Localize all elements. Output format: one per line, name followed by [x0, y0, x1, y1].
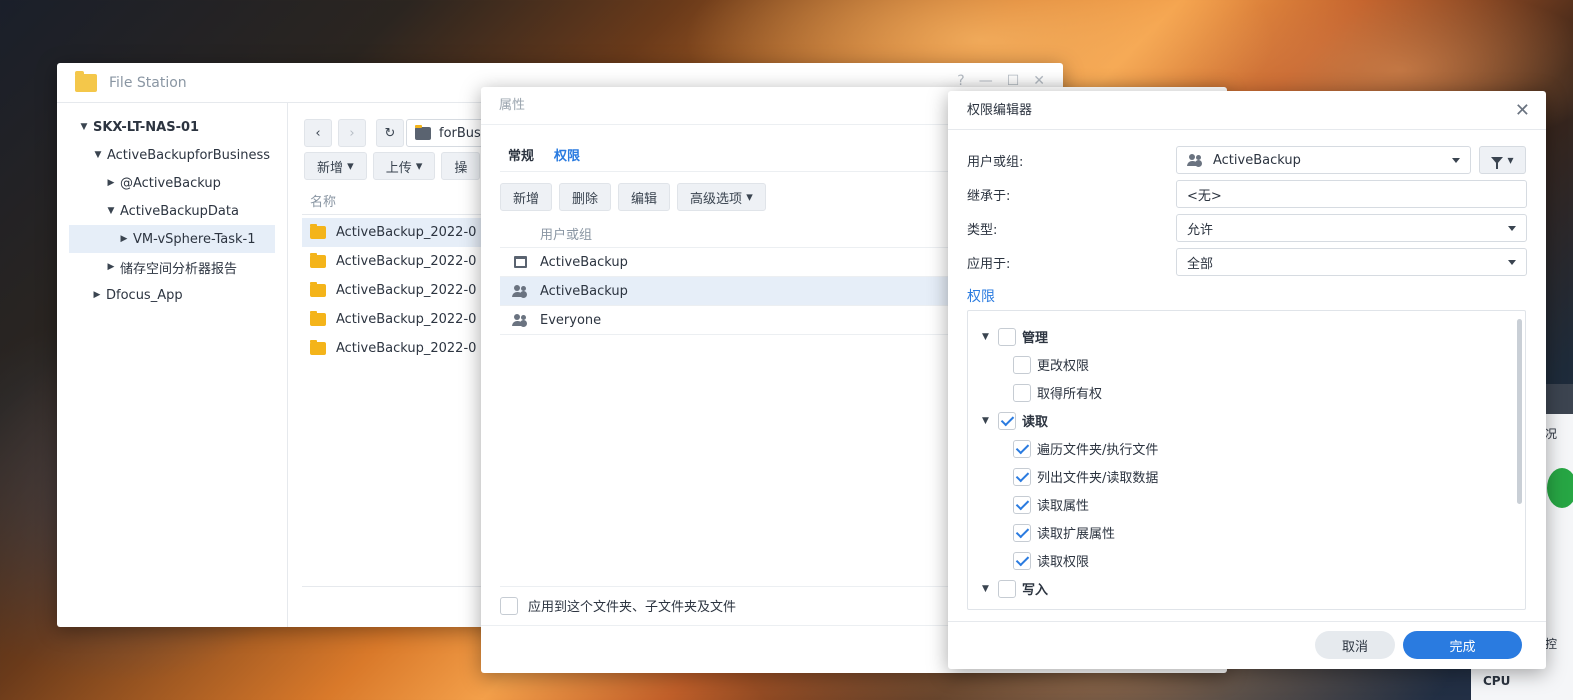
filter-icon: [1491, 156, 1504, 169]
perm-item: 列出文件夹/读取数据: [1013, 467, 1158, 486]
folder-icon: [310, 224, 326, 239]
perm-item: 读取属性: [1013, 495, 1089, 514]
widget-text: 况: [1545, 427, 1558, 441]
permissions-section-title: 权限: [967, 289, 995, 305]
checkbox[interactable]: [998, 579, 1016, 598]
back-button[interactable]: ‹: [304, 119, 332, 147]
inherit-field: <无>: [1176, 180, 1527, 208]
caret-right-icon[interactable]: ▶: [117, 234, 131, 244]
tree-item-root[interactable]: ▼ SKX-LT-NAS-01: [57, 113, 287, 141]
perm-group-admin: ▼ 管理: [982, 327, 1048, 346]
user-field-row: 用户或组: ActiveBackup ▾: [967, 146, 1527, 174]
tree-item-selected[interactable]: ▶ VM-vSphere-Task-1: [69, 225, 275, 253]
perm-item: 读取扩展属性: [1013, 523, 1115, 542]
folder-icon: [75, 70, 97, 92]
caret-right-icon[interactable]: ▶: [104, 178, 118, 188]
tree-item[interactable]: ▶ Dfocus_App: [57, 281, 287, 309]
cancel-button[interactable]: 取消: [1315, 631, 1395, 659]
add-button[interactable]: 新增: [500, 183, 553, 211]
inherit-field-row: 继承于: <无>: [967, 180, 1527, 208]
tree-item[interactable]: ▶ 储存空间分析器报告: [57, 253, 287, 281]
cpu-label: CPU: [1483, 674, 1511, 688]
folder-icon: [415, 124, 431, 140]
caret-down-icon[interactable]: ▼: [982, 416, 992, 426]
checkbox[interactable]: [1013, 383, 1031, 402]
refresh-button[interactable]: ↻: [376, 119, 404, 147]
user-group-icon: [512, 285, 528, 297]
nav-buttons: ‹ › ↻: [304, 119, 404, 147]
status-indicator: [1547, 468, 1573, 508]
apply-recursive-checkbox[interactable]: [500, 596, 518, 615]
folder-icon: [310, 253, 326, 268]
delete-button[interactable]: 删除: [559, 183, 612, 211]
type-label: 类型:: [967, 222, 998, 238]
advanced-options-button[interactable]: 高级选项 ▾: [677, 183, 766, 211]
calendar-icon: [513, 256, 527, 268]
caret-down-icon[interactable]: ▼: [104, 206, 118, 216]
upload-button[interactable]: 上传 ▾: [372, 152, 436, 180]
type-field-row: 类型: 允许: [967, 214, 1527, 242]
tree-item[interactable]: ▼ ActiveBackupData: [57, 197, 287, 225]
close-icon[interactable]: ✕: [1515, 100, 1530, 121]
scrollbar[interactable]: [1517, 319, 1522, 504]
folder-icon: [310, 340, 326, 355]
chevron-down-icon: [1508, 260, 1516, 265]
new-button[interactable]: 新增 ▾: [304, 152, 367, 180]
user-label: 用户或组:: [967, 154, 1024, 170]
checkbox-checked[interactable]: [1013, 495, 1031, 514]
perm-item: 取得所有权: [1013, 383, 1102, 402]
checkbox[interactable]: [1013, 355, 1031, 374]
user-select[interactable]: ActiveBackup: [1176, 146, 1471, 174]
caret-down-icon[interactable]: ▼: [982, 584, 992, 594]
folder-icon: [310, 282, 326, 297]
divider: [948, 621, 1546, 622]
tree-item[interactable]: ▼ ActiveBackupforBusiness: [57, 141, 287, 169]
edit-button[interactable]: 编辑: [618, 183, 671, 211]
tab-permissions[interactable]: 权限: [554, 145, 580, 164]
permission-editor-dialog: 权限编辑器 ✕ 用户或组: ActiveBackup ▾ 继承于: <无> 类型…: [948, 91, 1546, 669]
dialog-title: 权限编辑器: [948, 91, 1546, 130]
apply-to-label: 应用于:: [967, 256, 1011, 272]
caret-down-icon[interactable]: ▼: [91, 150, 105, 160]
action-button[interactable]: 操: [441, 152, 481, 180]
checkbox-checked[interactable]: [1013, 439, 1031, 458]
chevron-down-icon: [1508, 226, 1516, 231]
permission-toolbar: 新增 删除 编辑 高级选项 ▾: [500, 183, 766, 211]
caret-right-icon[interactable]: ▶: [104, 262, 118, 272]
permission-list: ▼ 管理 更改权限 取得所有权 ▼ 读取 遍历文件夹/执行文件 列出文件夹/读取数据…: [967, 310, 1526, 610]
chevron-down-icon: [1452, 158, 1460, 163]
caret-down-icon[interactable]: ▼: [982, 332, 992, 342]
checkbox-checked[interactable]: [1013, 467, 1031, 486]
caret-down-icon[interactable]: ▼: [77, 122, 91, 132]
widget-text: 控: [1545, 637, 1558, 651]
apply-recursive-label: 应用到这个文件夹、子文件夹及文件: [528, 600, 737, 615]
checkbox-checked[interactable]: [1013, 523, 1031, 542]
file-toolbar: 新增 ▾ 上传 ▾ 操: [304, 152, 481, 180]
folder-tree: ▼ SKX-LT-NAS-01 ▼ ActiveBackupforBusiness …: [57, 103, 288, 627]
forward-button[interactable]: ›: [338, 119, 366, 147]
perm-item: 读取权限: [1013, 551, 1089, 570]
apply-to-field-row: 应用于: 全部: [967, 248, 1527, 276]
user-group-icon: [1187, 154, 1203, 166]
done-button[interactable]: 完成: [1403, 631, 1522, 659]
user-group-icon: [512, 314, 528, 326]
apply-to-select[interactable]: 全部: [1176, 248, 1527, 276]
tab-general[interactable]: 常规: [508, 145, 534, 164]
column-header-user[interactable]: 用户或组: [540, 224, 592, 243]
checkbox-checked[interactable]: [1013, 551, 1031, 570]
folder-icon: [310, 311, 326, 326]
perm-group-read: ▼ 读取: [982, 411, 1048, 430]
checkbox-checked[interactable]: [998, 411, 1016, 430]
window-title: File Station: [109, 74, 187, 91]
perm-group-write: ▼ 写入: [982, 579, 1048, 598]
checkbox[interactable]: [998, 327, 1016, 346]
type-select[interactable]: 允许: [1176, 214, 1527, 242]
caret-right-icon[interactable]: ▶: [90, 290, 104, 300]
perm-item: 更改权限: [1013, 355, 1089, 374]
inherit-label: 继承于:: [967, 188, 1011, 204]
tab-bar: 常规 权限: [508, 145, 580, 164]
perm-item: 遍历文件夹/执行文件: [1013, 439, 1158, 458]
tree-item[interactable]: ▶ @ActiveBackup: [57, 169, 287, 197]
filter-button[interactable]: ▾: [1479, 146, 1526, 174]
